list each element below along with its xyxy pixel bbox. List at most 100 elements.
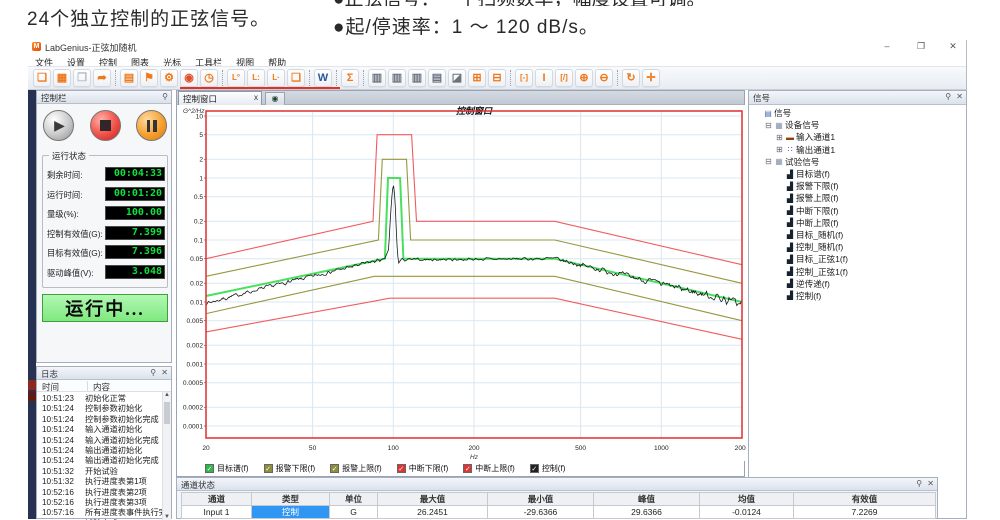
tree-item-15[interactable]: ▟逆传递(f): [751, 278, 964, 290]
tree-item-13[interactable]: ▟目标_正弦1(f): [751, 253, 964, 265]
legend-item[interactable]: ✓中断上限(f): [463, 463, 515, 474]
pin-icon[interactable]: ⚲: [150, 368, 156, 377]
close-icon[interactable]: ✕: [161, 368, 168, 377]
tree-item-4[interactable]: ⊞∷输出通道1: [751, 144, 964, 156]
level-dot-icon[interactable]: L·: [267, 69, 285, 87]
running-indicator-button[interactable]: 运行中...: [42, 294, 168, 322]
pin-icon[interactable]: ⚲: [945, 92, 951, 101]
log-row[interactable]: 10:52:16执行进度表第3项: [37, 496, 163, 506]
tree-item-16[interactable]: ▟控制(f): [751, 290, 964, 302]
tree-item-2[interactable]: ⊟▦设备信号: [751, 119, 964, 131]
export-icon[interactable]: ➦: [93, 69, 111, 87]
tab-control-window[interactable]: 控制窗口 x: [178, 91, 262, 105]
tree-expander-icon[interactable]: ⊟: [764, 121, 773, 130]
bar-chart-icon-2[interactable]: ▥: [388, 69, 406, 87]
bar-chart-icon-3[interactable]: ▥: [408, 69, 426, 87]
log-row[interactable]: 10:51:24输入通道初始化完成: [37, 434, 163, 444]
log-row[interactable]: 10:51:24控制参数初始化完成: [37, 413, 163, 423]
tree-item-6[interactable]: ▟目标谱(f): [751, 168, 964, 180]
word-report-icon[interactable]: W: [314, 69, 332, 87]
legend-item[interactable]: ✓报警下限(f): [264, 463, 316, 474]
paste-icon[interactable]: ▤: [120, 69, 138, 87]
tree-item-7[interactable]: ▟报警下限(f): [751, 180, 964, 192]
window-group-icon[interactable]: ⊞: [468, 69, 486, 87]
zoom-in-icon[interactable]: ⊕: [575, 69, 593, 87]
tree-item-8[interactable]: ▟报警上限(f): [751, 192, 964, 204]
legend-checkbox[interactable]: ✓: [530, 464, 539, 473]
log-row[interactable]: 10:51:24控制参数初始化: [37, 402, 163, 412]
legend-item[interactable]: ✓报警上限(f): [330, 463, 382, 474]
tree-item-3[interactable]: ⊞▬输入通道1: [751, 131, 964, 143]
tree-expander-icon[interactable]: ⊞: [775, 133, 784, 142]
legend-checkbox[interactable]: ✓: [264, 464, 273, 473]
legend-checkbox[interactable]: ✓: [463, 464, 472, 473]
scroll-down-icon[interactable]: ▼: [164, 514, 170, 520]
tab-snapshot[interactable]: ◉: [265, 92, 285, 105]
legend-checkbox[interactable]: ✓: [397, 464, 406, 473]
control-spectrum-plot[interactable]: 控制窗口G^2/Hz105210.50.20.10.050.020.010.00…: [177, 105, 746, 461]
pause-button[interactable]: [136, 110, 167, 141]
settings-gear-icon[interactable]: ⚙: [160, 69, 178, 87]
clock-icon[interactable]: ◷: [200, 69, 218, 87]
save-icon[interactable]: ▦: [53, 69, 71, 87]
table-row[interactable]: Input 1控制G26.2451-29.636629.6366-0.01247…: [182, 506, 936, 519]
bar-chart-icon-1[interactable]: ▥: [368, 69, 386, 87]
play-button[interactable]: ▶: [43, 110, 74, 141]
chart-area-icon[interactable]: ◪: [448, 69, 466, 87]
pin-icon[interactable]: ⚲: [162, 92, 168, 101]
grid-window-icon[interactable]: ⊟: [488, 69, 506, 87]
legend-checkbox[interactable]: ✓: [205, 464, 214, 473]
log-scrollbar[interactable]: ▲ ▼: [162, 392, 171, 520]
stop-button[interactable]: [90, 110, 121, 141]
copy-window-icon[interactable]: ❑: [287, 69, 305, 87]
open-folder-icon[interactable]: ❒: [73, 69, 91, 87]
tree-item-14[interactable]: ▟控制_正弦1(f): [751, 265, 964, 277]
tree-item-9[interactable]: ▟中断下限(f): [751, 205, 964, 217]
level-deg-icon[interactable]: L°: [227, 69, 245, 87]
level-colon-icon[interactable]: L:: [247, 69, 265, 87]
close-icon[interactable]: ✕: [927, 479, 934, 488]
legend-checkbox[interactable]: ✓: [330, 464, 339, 473]
log-row[interactable]: 10:51:23初始化正常: [37, 392, 163, 402]
tree-item-10[interactable]: ▟中断上限(f): [751, 217, 964, 229]
new-file-icon[interactable]: ❏: [33, 69, 51, 87]
log-row[interactable]: 10:51:24输出通道初始化: [37, 444, 163, 454]
fit-screen-icon[interactable]: ✛: [642, 69, 660, 87]
tree-item-1[interactable]: ▤信号: [751, 107, 964, 119]
legend-item[interactable]: ✓目标谱(f): [205, 463, 249, 474]
legend-item[interactable]: ✓控制(f): [530, 463, 566, 474]
pin-icon[interactable]: ⚲: [916, 479, 922, 488]
tab-close-icon[interactable]: x: [254, 93, 258, 102]
v-cursor-icon[interactable]: I: [535, 69, 553, 87]
legend-item[interactable]: ✓中断下限(f): [397, 463, 449, 474]
chart-list-icon[interactable]: ▤: [428, 69, 446, 87]
log-time: 10:51:24: [37, 425, 85, 434]
log-row[interactable]: 10:51:24输入通道初始化: [37, 423, 163, 433]
scroll-up-icon[interactable]: ▲: [164, 392, 170, 398]
restore-button[interactable]: ❐: [914, 41, 928, 52]
log-row[interactable]: 10:52:16执行进度表第2项: [37, 486, 163, 496]
log-row[interactable]: 10:57:16所有进度表事件执行完成: [37, 506, 163, 516]
schedule-sphere-icon[interactable]: ◉: [180, 69, 198, 87]
toolbar-separator: [510, 70, 511, 86]
scroll-thumb[interactable]: [164, 402, 170, 424]
svg-text:100: 100: [388, 445, 399, 452]
refresh-icon[interactable]: ↻: [622, 69, 640, 87]
tree-expander-icon[interactable]: ⊟: [764, 157, 773, 166]
sigma-icon[interactable]: Σ: [341, 69, 359, 87]
tree-item-11[interactable]: ▟目标_随机(f): [751, 229, 964, 241]
zoom-out-icon[interactable]: ⊖: [595, 69, 613, 87]
signals-root-icon: ▤: [762, 109, 774, 118]
slash-cursor-icon[interactable]: [/]: [555, 69, 573, 87]
log-row[interactable]: 10:51:24输出通道初始化完成: [37, 454, 163, 464]
print-flag-icon[interactable]: ⚑: [140, 69, 158, 87]
tree-item-5[interactable]: ⊟▦试验信号: [751, 156, 964, 168]
tree-item-12[interactable]: ▟控制_随机(f): [751, 241, 964, 253]
log-row[interactable]: 10:51:32开始试验: [37, 465, 163, 475]
minimize-button[interactable]: –: [880, 41, 894, 51]
log-row[interactable]: 10:51:32执行进度表第1项: [37, 475, 163, 485]
close-icon[interactable]: ✕: [956, 92, 963, 101]
h-cursor-icon[interactable]: [-]: [515, 69, 533, 87]
tree-expander-icon[interactable]: ⊞: [775, 145, 784, 154]
close-button[interactable]: ✕: [946, 41, 960, 52]
